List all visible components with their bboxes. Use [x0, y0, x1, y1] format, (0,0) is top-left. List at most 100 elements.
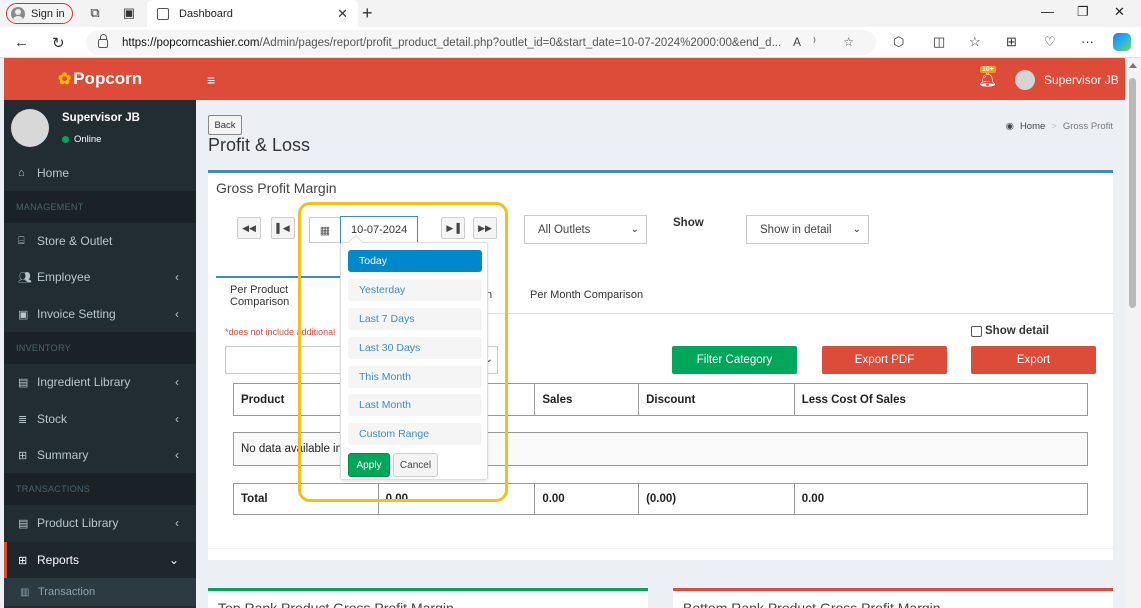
home-icon: ⌂ [18, 167, 25, 179]
browser-essentials-icon[interactable]: ♡ [1044, 34, 1056, 50]
show-detail-checkbox[interactable]: Show detail [971, 325, 1049, 337]
user-menu[interactable]: Supervisor JB [1015, 70, 1119, 90]
checkbox-icon[interactable] [971, 325, 982, 337]
back-button[interactable]: Back [208, 115, 242, 135]
top-rank-box: Top Rank Product Gross Profit Margin [208, 588, 648, 608]
sidebar-item-product-library[interactable]: ▤ Product Library ‹ [4, 505, 196, 541]
dashboard-icon: ◉ [1005, 121, 1014, 132]
scroll-up-icon[interactable] [1129, 63, 1137, 68]
column-header: Discount [639, 384, 795, 415]
money-icon: ▣ [18, 308, 29, 321]
chevron-down-icon: ⌄ [168, 553, 179, 567]
sidebar-item-employee[interactable]: 👥︎ Employee ‹ [4, 259, 196, 295]
sidebar-item-stock[interactable]: ≣ Stock ‹ [4, 401, 196, 437]
sidebar-item-summary[interactable]: ⊞ Summary ‹ [4, 437, 196, 473]
url-field[interactable]: https://popcorncashier.com/Admin/pages/r… [86, 30, 876, 55]
new-tab-icon[interactable]: + [362, 3, 373, 24]
first-period-button[interactable]: ◀◀ [237, 217, 261, 239]
tab-per-month-comparison[interactable]: Per Month Comparison [516, 276, 657, 314]
export-pdf-button[interactable]: Export PDF [822, 346, 947, 374]
user-name: Supervisor JB [1044, 73, 1119, 87]
show-detail-label: Show detail [985, 325, 1049, 337]
restore-icon[interactable]: ❐ [1077, 4, 1089, 20]
table-cell: 0.00 [535, 484, 640, 514]
fast-backward-icon: ◀◀ [242, 222, 256, 233]
sidebar-item-label: Transaction [38, 586, 96, 598]
copilot-icon[interactable] [1113, 33, 1131, 51]
breadcrumb-home[interactable]: Home [1020, 121, 1045, 132]
split-screen-icon[interactable]: ◫ [933, 34, 945, 50]
sidebar-item-label: Invoice Setting [37, 307, 116, 321]
chevron-down-icon: ⌄ [852, 224, 861, 235]
avatar [1015, 70, 1035, 90]
sidebar-item-label: Store & Outlet [37, 234, 113, 248]
sidebar-item-label: Home [37, 166, 70, 180]
step-backward-icon: ▌◀ [276, 222, 290, 233]
refresh-icon[interactable]: ↻ [52, 34, 65, 52]
highlight-box [298, 202, 508, 502]
favorites-icon[interactable]: ☆ [969, 34, 981, 50]
bank-icon: ⌸ [18, 234, 25, 247]
previous-period-button[interactable]: ▌◀ [271, 217, 295, 239]
sidebar-item-ingredient-library[interactable]: ▤ Ingredient Library ‹ [4, 364, 196, 400]
chevron-left-icon: ‹ [175, 375, 179, 389]
tab-label: Per Month Comparison [530, 289, 644, 301]
box-title: Bottom Rank Product Gross Profit Margin [683, 600, 941, 608]
page-title: Profit & Loss [208, 135, 311, 155]
lock-icon [98, 34, 108, 48]
tab-actions-icon[interactable]: ▣ [121, 5, 137, 21]
workspaces-icon[interactable]: ⧉ [87, 5, 103, 21]
read-aloud-icon[interactable]: A⁾ ☆ [793, 35, 866, 49]
users-icon: 👥︎ [18, 271, 32, 284]
user-panel-name: Supervisor JB [62, 112, 140, 124]
back-arrow-icon[interactable]: ← [14, 34, 29, 51]
close-tab-icon[interactable]: ✕ [337, 6, 348, 22]
box-title: Top Rank Product Gross Profit Margin [218, 600, 454, 608]
browser-tab-bar: Sign in ⧉ ▣ Dashboard ✕ + — ❐ ✕ [0, 0, 1141, 27]
sidebar-item-reports[interactable]: ⊞ Reports ⌄ [4, 542, 196, 578]
sidebar-item-store-outlet[interactable]: ⌸ Store & Outlet [4, 223, 196, 259]
url-host: https://popcorncashier.com [122, 36, 260, 49]
show-mode-select[interactable]: Show in detail ⌄ [746, 215, 869, 244]
notification-badge: 10+ [980, 66, 996, 73]
table-cell: (0.00) [639, 484, 795, 514]
logo-text: Popcorn [73, 69, 143, 88]
sidebar-item-label: Employee [37, 270, 91, 284]
export-button[interactable]: Export [971, 346, 1096, 374]
sidebar-item-home[interactable]: ⌂ Home [4, 155, 196, 191]
bottom-rank-box: Bottom Rank Product Gross Profit Margin [673, 588, 1113, 608]
url-path: /Admin/pages/report/profit_product_detai… [259, 36, 782, 49]
minimize-icon[interactable]: — [1041, 4, 1054, 19]
sidebar-item-invoice-setting[interactable]: ▣ Invoice Setting ‹ [4, 296, 196, 332]
chevron-left-icon: ‹ [175, 448, 179, 462]
chevron-left-icon: ‹ [175, 307, 179, 321]
page-favicon-icon [157, 7, 169, 20]
menu-header-management: MANAGEMENT [4, 191, 196, 223]
filter-category-button[interactable]: Filter Category [672, 346, 797, 374]
browser-tab-dashboard[interactable]: Dashboard ✕ [147, 0, 358, 27]
outlet-select[interactable]: All Outlets ⌄ [524, 215, 647, 244]
table-icon: ⊞ [18, 449, 28, 462]
avatar [11, 109, 49, 147]
table-icon: ⊞ [18, 554, 28, 567]
online-dot-icon [62, 136, 69, 143]
user-status: Online [62, 134, 101, 145]
scrollbar-thumb[interactable] [1129, 78, 1136, 308]
show-label: Show [673, 217, 704, 229]
app-logo[interactable]: ✿ Popcorn [4, 58, 196, 100]
browser-signin-button[interactable]: Sign in [6, 3, 73, 24]
sidebar-subitem-transaction[interactable]: ▥ Transaction [4, 578, 196, 606]
page-scrollbar[interactable] [1125, 58, 1141, 608]
more-icon[interactable]: ··· [1081, 34, 1094, 49]
signin-label: Sign in [31, 7, 65, 20]
sidebar-toggle-icon[interactable]: ≡ [207, 72, 215, 88]
extensions-icon[interactable]: ⬡ [893, 34, 904, 50]
sidebar: Supervisor JB Online ⌂ Home MANAGEMENT ⌸… [4, 100, 196, 608]
show-mode-value: Show in detail [760, 223, 832, 236]
collections-icon[interactable]: ⊞ [1006, 34, 1017, 50]
sidebar-item-label: Summary [37, 448, 89, 462]
status-text: Online [74, 134, 102, 145]
close-window-icon[interactable]: ✕ [1114, 4, 1125, 20]
column-header: Sales [535, 384, 640, 415]
table-cell: 0.00 [801, 493, 825, 505]
